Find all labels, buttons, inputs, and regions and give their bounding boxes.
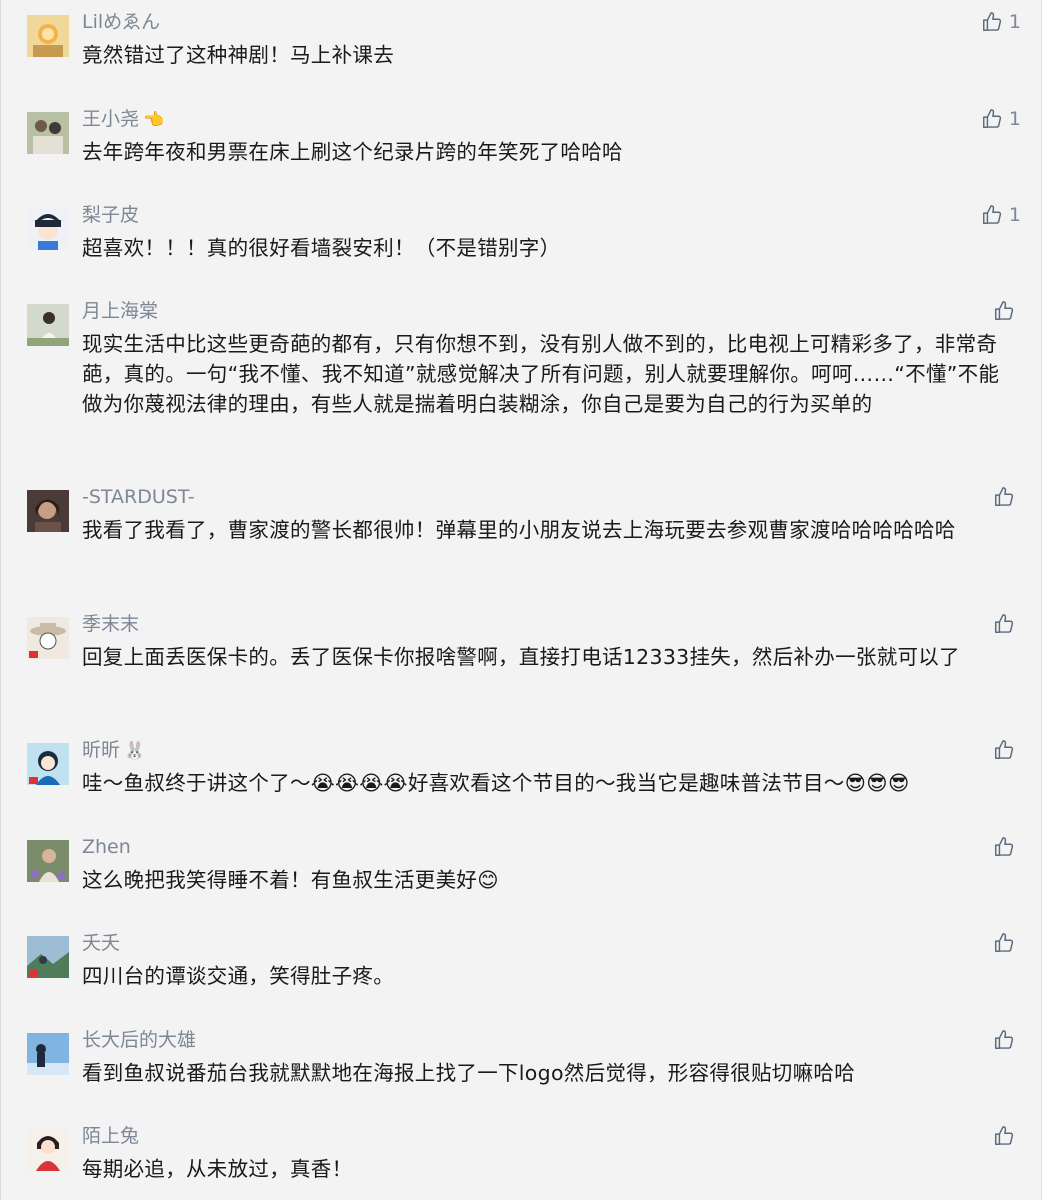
thumbs-up-icon [995,1126,1014,1145]
comment-text: 我看了我看了，曹家渡的警长都很帅！弹幕里的小朋友说去上海玩要去参观曹家渡哈哈哈哈… [82,518,956,542]
avatar-hat-sketch-icon [27,617,69,659]
comment-username[interactable]: -STARDUST- [82,484,195,510]
comment-text: 竟然错过了这种神剧！马上补课去 [82,43,394,67]
like-button[interactable]: 1 [981,200,1021,230]
comment-username[interactable]: Lilめゑん [82,9,160,35]
comment-username[interactable]: 夭夭 [82,930,120,956]
comment-text: 四川台的谭谈交通，笑得肚子疼。 [82,964,394,988]
avatar[interactable] [27,1033,69,1075]
like-button[interactable] [993,832,1021,862]
comment-text: 超喜欢！！！真的很好看墙裂安利！（不是错别字） [82,236,561,260]
like-button[interactable] [993,1025,1021,1055]
avatar[interactable] [27,15,69,57]
avatar-sun-character-icon [27,15,69,57]
comment-text: 看到鱼叔说番茄台我就默默地在海报上找了一下logo然后觉得，形容得很贴切嘛哈哈 [82,1061,855,1085]
avatar-woman-flowers-icon [27,840,69,882]
thumbs-up-icon [995,933,1014,952]
like-button[interactable] [993,928,1021,958]
comment-username[interactable]: 季末末 [82,611,139,637]
comment-text: 回复上面丢医保卡的。丢了医保卡你报啥警啊，直接打电话12333挂失，然后补办一张… [82,645,960,669]
avatar-landscape-icon [27,936,69,978]
avatar-cartoon-girl-icon [27,743,69,785]
like-count: 1 [1008,11,1021,33]
avatar[interactable] [27,617,69,659]
comment-username[interactable]: 梨子皮 [82,202,139,228]
comment-username[interactable]: 月上海棠 [82,298,158,324]
like-count: 1 [1008,108,1021,130]
comment-text: 这么晚把我笑得睡不着！有鱼叔生活更美好😊 [82,868,499,892]
avatar-dark-portrait-icon [27,490,69,532]
like-button[interactable]: 1 [981,104,1021,134]
thumbs-up-icon [982,205,1002,224]
comment-username[interactable]: 昕昕 🐰 [82,737,145,764]
avatar-doll-icon [27,1129,69,1171]
thumbs-up-icon [995,614,1014,633]
avatar-couple-photo-icon [27,112,69,154]
avatar[interactable] [27,208,69,250]
like-button[interactable]: 1 [981,7,1021,37]
thumbs-up-icon [982,109,1002,128]
comment-username[interactable]: 陌上兔 [82,1123,139,1149]
avatar-girl-sitting-icon [27,304,69,346]
avatar[interactable] [27,936,69,978]
avatar[interactable] [27,840,69,882]
like-button[interactable] [993,296,1021,326]
comment-text: 哇～鱼叔终于讲这个了～😭😭😭😭好喜欢看这个节目的～我当它是趣味普法节目～😎😎😎 [82,771,910,795]
comment-username[interactable]: Zhen [82,834,131,860]
avatar-cartoon-boy-icon [27,208,69,250]
like-button[interactable] [993,482,1021,512]
comment-list: Lilめゑん 1 竟然错过了这种神剧！马上补课去 王小尧 👈 1 去年跨年夜和男票… [0,0,1042,1200]
thumbs-up-icon [995,487,1014,506]
pointing-hand-icon: 👈 [143,110,165,130]
avatar[interactable] [27,490,69,532]
comment-text: 去年跨年夜和男票在床上刷这个纪录片跨的年笑死了哈哈哈 [82,140,623,164]
rabbit-icon: 🐰 [124,741,146,761]
comment-username[interactable]: 长大后的大雄 [82,1027,196,1053]
avatar-silhouette-sky-icon [27,1033,69,1075]
avatar[interactable] [27,112,69,154]
avatar[interactable] [27,743,69,785]
like-count: 1 [1008,204,1021,226]
avatar[interactable] [27,1129,69,1171]
avatar[interactable] [27,304,69,346]
thumbs-up-icon [995,301,1014,320]
thumbs-up-icon [995,740,1014,759]
comment-text: 每期必追，从未放过，真香！ [82,1157,353,1181]
like-button[interactable] [993,735,1021,765]
thumbs-up-icon [995,1030,1014,1049]
like-button[interactable] [993,609,1021,639]
like-button[interactable] [993,1121,1021,1151]
thumbs-up-icon [982,12,1002,31]
comment-text: 现实生活中比这些更奇葩的都有，只有你想不到，没有别人做不到的，比电视上可精彩多了… [82,332,1000,416]
comment-username[interactable]: 王小尧 👈 [82,106,164,133]
thumbs-up-icon [995,837,1014,856]
